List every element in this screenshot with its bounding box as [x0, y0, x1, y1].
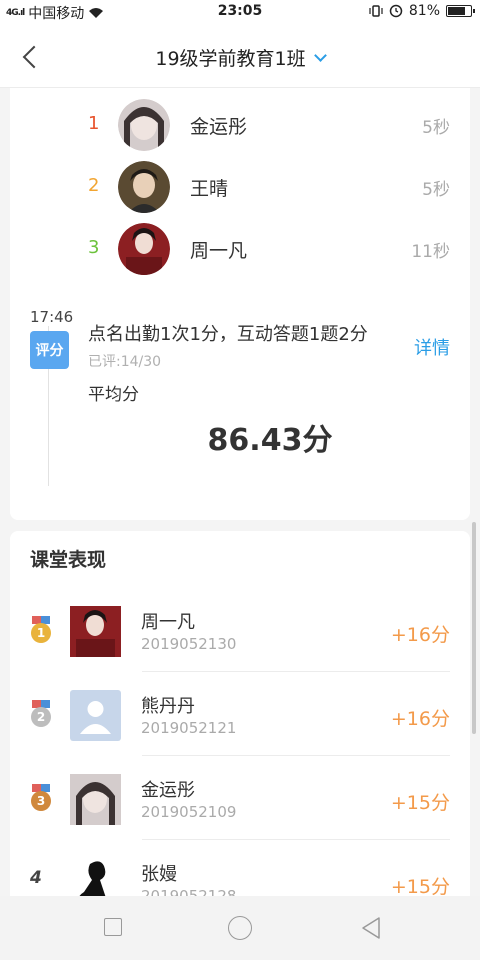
medal-rank: 2 — [31, 707, 51, 727]
rank-number: 3 — [88, 237, 100, 258]
student-name: 金运彤 — [141, 780, 195, 801]
detail-link[interactable]: 详情 — [414, 334, 450, 360]
student-name: 熊丹丹 — [141, 696, 195, 717]
student-name: 金运彤 — [190, 116, 248, 138]
activity-card: 1 金运彤 5秒 2 王晴 5秒 3 周一凡 11秒 17:46 评分 点名出勤… — [10, 88, 470, 520]
vibrate-icon — [369, 5, 383, 17]
average-score: 86.43分 — [207, 423, 333, 458]
medal-rank: 1 — [31, 623, 51, 643]
default-avatar-icon — [70, 690, 121, 741]
nav-title: 19级学前教育1班 — [155, 48, 306, 70]
rank-number: 1 — [88, 113, 100, 134]
home-button[interactable] — [228, 916, 252, 940]
nav-bar: 19级学前教育1班 — [0, 26, 480, 88]
chevron-down-icon — [313, 49, 327, 62]
medal-rank: 3 — [31, 791, 51, 811]
status-right: 81% — [369, 3, 475, 19]
student-name: 周一凡 — [141, 612, 195, 633]
avatar — [118, 99, 170, 151]
response-time: 5秒 — [422, 180, 450, 200]
avatar — [70, 774, 121, 825]
avatar — [118, 223, 170, 275]
student-name: 张嫚 — [141, 864, 177, 885]
student-id: 2019052109 — [141, 803, 237, 821]
list-item[interactable]: 2 熊丹丹 2019052121 +16分 — [10, 672, 470, 756]
event-time: 17:46 — [30, 308, 74, 326]
performance-card: 课堂表现 1 周一凡 2019052130 +16分 2 熊丹丹 2019052… — [10, 531, 470, 931]
back-triangle-icon[interactable] — [360, 916, 382, 940]
student-name: 王晴 — [190, 178, 229, 200]
response-time: 5秒 — [422, 118, 450, 138]
response-time: 11秒 — [411, 242, 450, 262]
alarm-icon — [389, 4, 403, 18]
score: +16分 — [390, 708, 450, 730]
student-id: 2019052121 — [141, 719, 237, 737]
event-type-badge: 评分 — [30, 331, 69, 369]
list-item[interactable]: 1 周一凡 2019052130 +16分 — [10, 588, 470, 672]
event-title: 点名出勤1次1分，互动答题1题2分 — [88, 324, 368, 345]
gold-medal-icon: 1 — [30, 616, 52, 644]
rank-row[interactable]: 1 金运彤 5秒 — [10, 98, 470, 152]
status-bar: 4G.ıl 中国移动 23:05 81% — [0, 0, 480, 26]
scrollbar[interactable] — [472, 522, 476, 734]
score: +15分 — [390, 792, 450, 814]
rated-count: 已评:14/30 — [88, 354, 162, 370]
battery-icon — [446, 5, 475, 17]
rank-number: 4 — [30, 868, 42, 888]
battery-percent: 81% — [408, 3, 440, 19]
rank-number: 2 — [88, 175, 100, 196]
avatar — [70, 606, 121, 657]
score: +16分 — [390, 624, 450, 646]
student-id: 2019052130 — [141, 635, 237, 653]
average-label: 平均分 — [88, 385, 139, 405]
list-item[interactable]: 3 金运彤 2019052109 +15分 — [10, 756, 470, 840]
score: +15分 — [390, 876, 450, 898]
class-selector[interactable]: 19级学前教育1班 — [0, 44, 480, 71]
system-nav-bar — [0, 896, 480, 960]
battery-fill — [448, 7, 465, 15]
rank-row[interactable]: 3 周一凡 11秒 — [10, 222, 470, 276]
avatar — [118, 161, 170, 213]
recent-apps-button[interactable] — [104, 918, 122, 936]
bronze-medal-icon: 3 — [30, 784, 52, 812]
rank-row[interactable]: 2 王晴 5秒 — [10, 160, 470, 214]
silver-medal-icon: 2 — [30, 700, 52, 728]
section-title: 课堂表现 — [30, 549, 107, 571]
student-name: 周一凡 — [190, 240, 248, 262]
